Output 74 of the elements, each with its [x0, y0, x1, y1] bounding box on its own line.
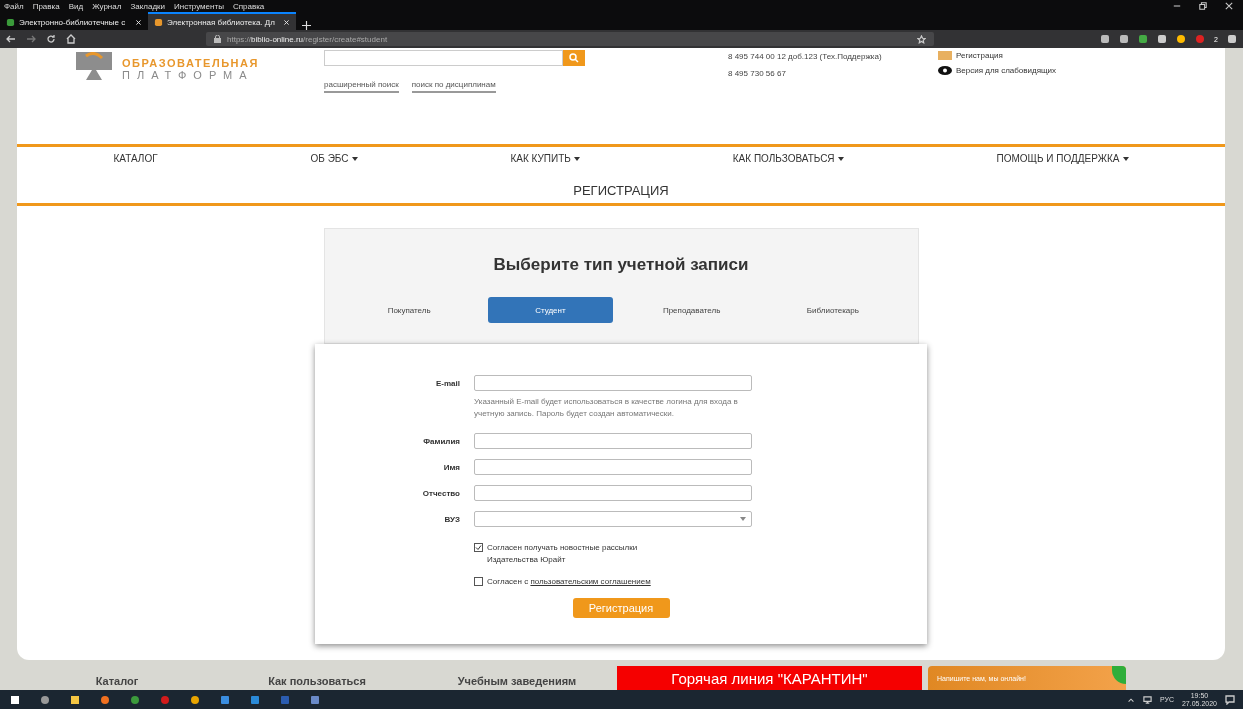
- notification-icon[interactable]: [1225, 694, 1235, 705]
- logo-text: ОБРАЗОВАТЕЛЬНАЯ: [122, 57, 259, 69]
- nav-link[interactable]: КАТАЛОГ: [113, 153, 158, 164]
- phone-number: 8 495 744 00 12 доб.123 (Тех.Поддержка): [728, 52, 883, 61]
- input-field[interactable]: [474, 375, 752, 391]
- checkbox[interactable]: [474, 577, 483, 586]
- mail-icon[interactable]: [250, 694, 260, 705]
- network-icon[interactable]: [1142, 695, 1152, 704]
- caret-icon: [1122, 156, 1129, 161]
- input-field[interactable]: [474, 459, 752, 475]
- caret-icon: [837, 156, 844, 161]
- field-label: Фамилия: [422, 436, 460, 446]
- caret-icon: [573, 156, 580, 161]
- nav-link[interactable]: КАК КУПИТЬ: [510, 153, 580, 164]
- field-label: E-mail: [435, 378, 460, 388]
- forward-icon[interactable]: [26, 34, 36, 44]
- field-hint: Указанный E-mail будет использоваться в качестве логина для входа в учетную запись. Пароль будет создан автоматически.: [474, 396, 739, 420]
- caret-icon: [740, 517, 746, 521]
- account-type-tab[interactable]: Преподаватель: [629, 297, 755, 323]
- logo-text: ПЛАТФОРМА: [122, 69, 255, 81]
- caret-icon: [351, 156, 358, 161]
- field-label: Отчество: [421, 488, 460, 498]
- input-field[interactable]: [474, 485, 752, 501]
- panel-heading: Выберите тип учетной записи: [493, 255, 749, 275]
- search-link[interactable]: расширенный поиск: [324, 80, 399, 93]
- menu-item[interactable]: Файл: [4, 1, 24, 11]
- close-icon[interactable]: [1225, 2, 1233, 10]
- minimize-icon[interactable]: [1173, 2, 1181, 10]
- header-link[interactable]: Версия для слабовидящих: [938, 66, 1057, 75]
- new-tab-icon[interactable]: [302, 21, 311, 30]
- site-icon[interactable]: [154, 17, 163, 27]
- select-field[interactable]: [474, 511, 752, 527]
- menu-item[interactable]: Закладки: [130, 1, 165, 11]
- checkbox-label: Согласен с пользовательским соглашением: [487, 576, 651, 588]
- restore-icon[interactable]: [1199, 2, 1207, 10]
- menu-item[interactable]: Правка: [32, 1, 60, 11]
- eye-icon: [938, 66, 952, 75]
- agreement-link[interactable]: пользовательским соглашением: [530, 577, 651, 586]
- header-link[interactable]: Регистрация: [938, 51, 1057, 60]
- reload-icon[interactable]: [46, 34, 56, 44]
- menu-item[interactable]: Журнал: [92, 1, 122, 11]
- search-icon[interactable]: [40, 694, 50, 705]
- field-label: ВУЗ: [443, 514, 460, 524]
- checkbox[interactable]: [474, 543, 483, 552]
- search-field[interactable]: [324, 50, 563, 66]
- nav-link[interactable]: ПОМОЩЬ И ПОДДЕРЖКА: [996, 153, 1129, 164]
- back-icon[interactable]: [6, 34, 16, 44]
- menu-item[interactable]: Справка: [232, 1, 265, 11]
- checkbox-label: Согласен получать новостные рассылки Издательства Юрайт: [487, 542, 639, 566]
- footer-link[interactable]: Каталог: [17, 675, 217, 690]
- star-icon[interactable]: [917, 34, 926, 44]
- field-label: Имя: [442, 462, 460, 472]
- nav-link[interactable]: ОБ ЭБС: [310, 153, 358, 164]
- lock-icon: [214, 35, 221, 43]
- hotline-banner[interactable]: Горячая линия "КАРАНТИН": [617, 666, 922, 690]
- search-icon: [569, 53, 579, 63]
- footer-link[interactable]: Учебным заведениям: [417, 675, 617, 690]
- page-title: РЕГИСТРАЦИЯ: [573, 183, 669, 198]
- nav-link[interactable]: КАК ПОЛЬЗОВАТЬСЯ: [732, 153, 844, 164]
- account-type-tab[interactable]: Покупатель: [346, 297, 472, 323]
- folder-icon[interactable]: [70, 694, 80, 705]
- menu-item[interactable]: Вид: [68, 1, 84, 11]
- home-icon[interactable]: [66, 34, 76, 44]
- footer-link[interactable]: Как пользоваться: [217, 675, 417, 690]
- address-bar[interactable]: https://biblio-online.ru/register/create#student: [206, 32, 934, 46]
- browser-tab[interactable]: Электронно-библиотечные с: [0, 12, 148, 30]
- browser-tab[interactable]: Электронная библиотека. Дл: [148, 12, 296, 30]
- input-field[interactable]: [474, 433, 752, 449]
- phone-number: 8 495 730 56 67: [728, 69, 787, 78]
- account-type-tab[interactable]: Библиотекарь: [770, 297, 896, 323]
- menu-item[interactable]: Инструменты: [174, 1, 224, 11]
- site-icon[interactable]: [6, 17, 15, 27]
- account-type-tab[interactable]: Студент: [487, 297, 613, 323]
- search-link[interactable]: поиск по дисциплинам: [411, 80, 496, 93]
